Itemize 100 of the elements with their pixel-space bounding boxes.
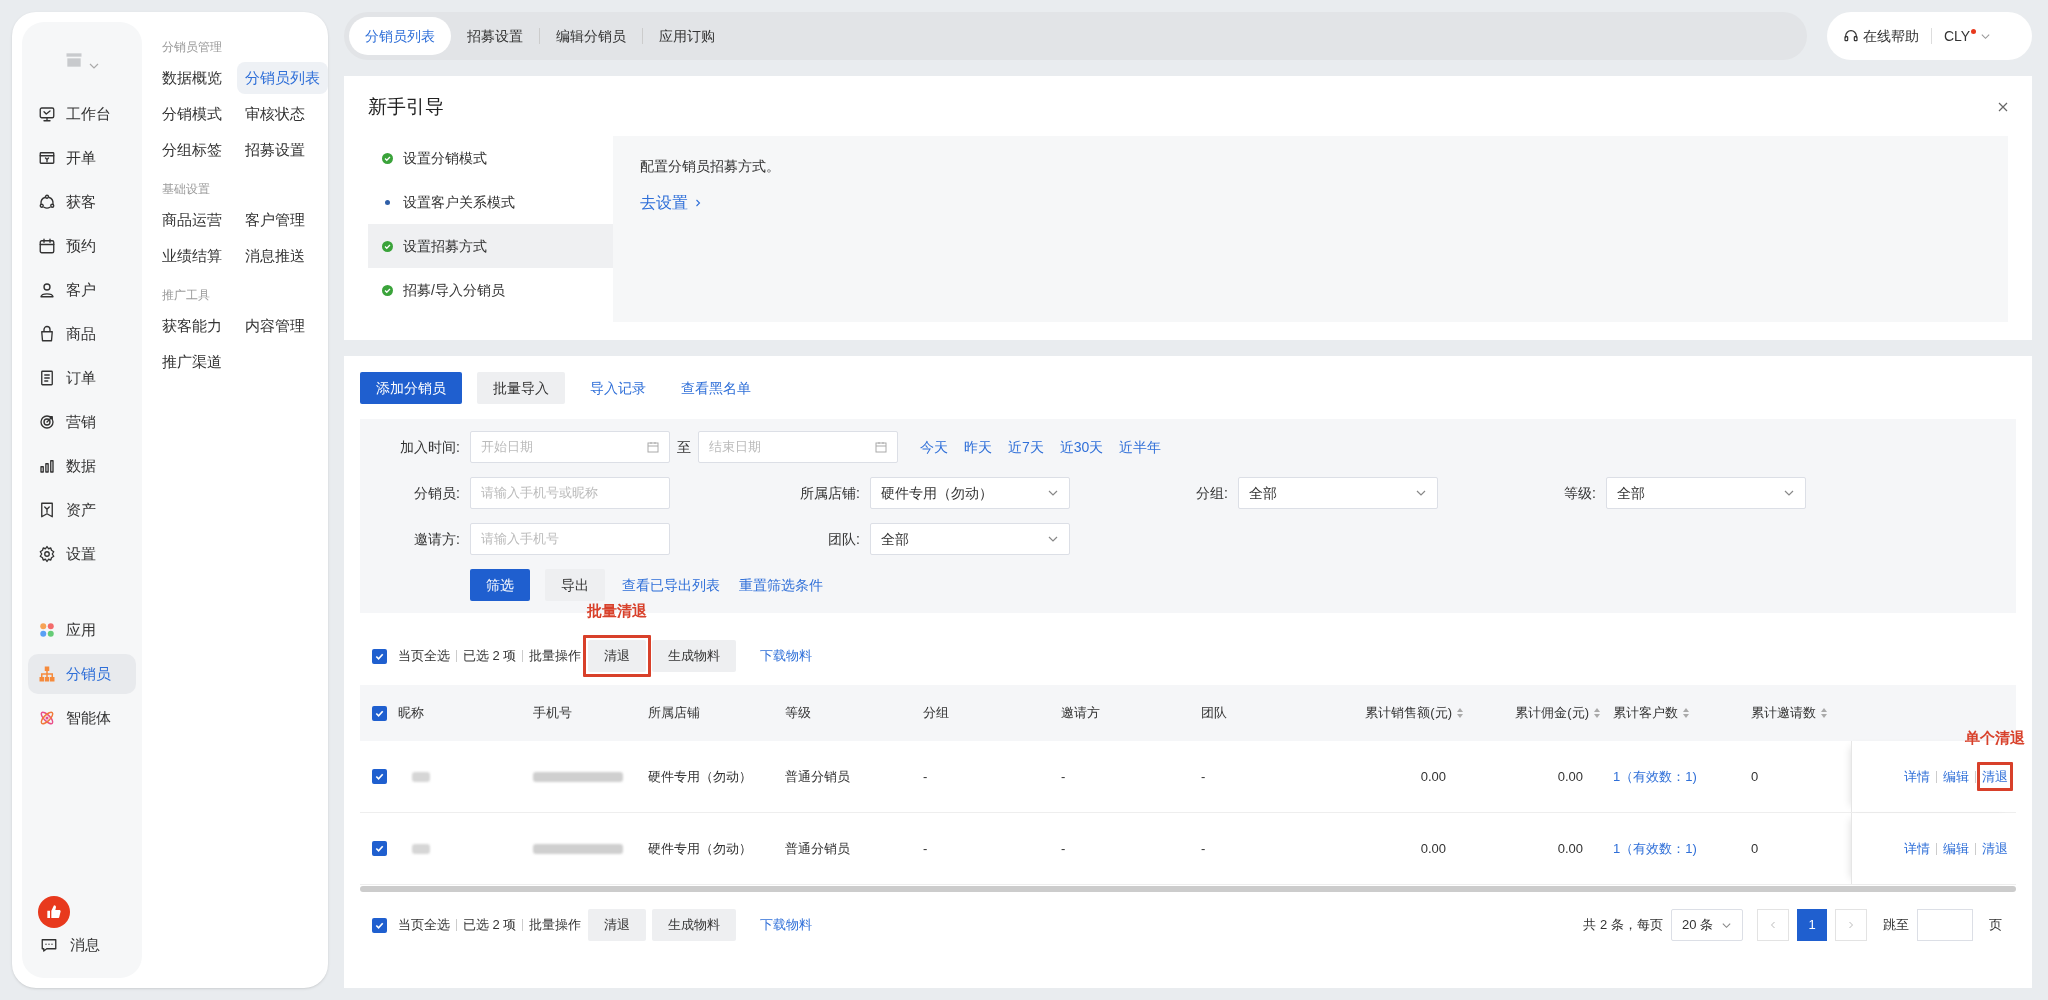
button[interactable]: 导出 [545, 569, 605, 601]
button[interactable]: 生成物料 [652, 909, 737, 941]
tab[interactable]: 招募设置 [451, 17, 539, 55]
link[interactable]: 导入记录 [580, 372, 656, 404]
select-field[interactable]: 硬件专用（勿动） [870, 477, 1070, 509]
message-item[interactable]: 消息 [28, 928, 136, 962]
button[interactable]: 添加分销员 [360, 372, 462, 404]
checkbox[interactable] [372, 705, 387, 721]
count-link[interactable]: 1（有效数：1) [1613, 766, 1751, 787]
table-cell-text: 0 [1751, 767, 1760, 786]
sort-icon[interactable] [1456, 707, 1464, 719]
close-icon[interactable] [1998, 102, 2008, 112]
table-cell-text: - [1061, 767, 1067, 786]
nav-item[interactable]: 工作台 [28, 94, 136, 134]
column-header: 累计佣金(元) [1515, 704, 1589, 723]
nav-item[interactable]: 资产 [28, 490, 136, 530]
submenu-item[interactable]: 分销模式 [154, 98, 230, 130]
link[interactable]: 查看黑名单 [671, 372, 761, 404]
quick-date-link[interactable]: 今天 [912, 436, 956, 458]
page-button[interactable]: 1 [1797, 909, 1827, 941]
check-circle-icon [382, 152, 393, 164]
page-size-select[interactable]: 20 条 [1670, 909, 1743, 941]
link[interactable]: 详情 [1904, 766, 1930, 787]
submenu-item[interactable]: 客户管理 [237, 204, 313, 236]
sort-icon[interactable] [1682, 707, 1690, 719]
nav-item[interactable]: 客户 [28, 270, 136, 310]
highlight-frame [1977, 761, 2013, 792]
nav-item[interactable]: 智能体 [28, 698, 136, 738]
nav-item[interactable]: 设置 [28, 534, 136, 574]
field-label: 分组: [1195, 483, 1229, 503]
checkbox[interactable] [372, 648, 387, 664]
annotation-label: 单个清退 [1965, 727, 2025, 748]
column-header: 累计客户数 [1613, 704, 1678, 723]
submenu-item[interactable]: 审核状态 [237, 98, 313, 130]
submenu-item[interactable]: 获客能力 [154, 310, 230, 342]
nav-item[interactable]: 商品 [28, 314, 136, 354]
submenu-item[interactable]: 数据概览 [154, 62, 230, 94]
quick-date-link[interactable]: 昨天 [956, 436, 1000, 458]
link[interactable]: 详情 [1904, 838, 1930, 859]
previous-page-button[interactable] [1757, 909, 1789, 941]
help-link[interactable]: 在线帮助 [1843, 25, 1919, 47]
select-field[interactable]: 全部 [1606, 477, 1806, 509]
link[interactable]: 清退 [1982, 766, 2008, 787]
button[interactable]: 批量导入 [477, 372, 565, 404]
submenu-item[interactable]: 分销员列表 [237, 62, 328, 94]
bookmark-icon [38, 501, 56, 519]
button[interactable]: 清退 [588, 909, 647, 941]
user-menu[interactable]: CLY [1944, 25, 1992, 47]
section-heading: 推广工具 [162, 287, 211, 304]
submenu-item[interactable]: 消息推送 [237, 240, 313, 272]
quick-date-link[interactable]: 近7天 [1000, 436, 1052, 458]
nav-item[interactable]: 开单 [28, 138, 136, 178]
link[interactable]: 编辑 [1943, 766, 1969, 787]
nav-item[interactable]: 获客 [28, 182, 136, 222]
submenu-item[interactable]: 商品运营 [154, 204, 230, 236]
submenu-item[interactable]: 内容管理 [237, 310, 313, 342]
tab[interactable]: 应用订购 [643, 17, 731, 55]
select-field[interactable]: 全部 [870, 523, 1070, 555]
page-input[interactable] [1917, 909, 1973, 941]
link[interactable]: 下载物料 [760, 646, 813, 666]
submenu-item[interactable]: 招募设置 [237, 134, 313, 166]
table-cell-text: 0 [1751, 839, 1760, 858]
link[interactable]: 编辑 [1943, 838, 1969, 859]
link[interactable]: 下载物料 [760, 915, 813, 935]
column-header: 等级 [785, 704, 811, 723]
nav-item[interactable]: 订单 [28, 358, 136, 398]
horizontal-scrollbar[interactable] [360, 886, 2016, 892]
select-field[interactable]: 全部 [1238, 477, 1438, 509]
guide-title: 新手引导 [368, 94, 444, 119]
button[interactable]: 清退 [588, 640, 647, 672]
button[interactable]: 筛选 [470, 569, 530, 601]
button[interactable]: 生成物料 [652, 640, 737, 672]
quick-date-link[interactable]: 近30天 [1051, 436, 1112, 458]
sort-icon[interactable] [1820, 707, 1828, 719]
calendar-icon [647, 441, 659, 453]
checkbox[interactable] [372, 769, 387, 784]
setup-link[interactable]: 去设置 [640, 191, 702, 215]
nav-item[interactable]: 数据 [28, 446, 136, 486]
nav-item[interactable]: 分销员 [28, 654, 136, 694]
bar-chart-icon [38, 457, 56, 475]
submenu-item[interactable]: 分组标签 [154, 134, 230, 166]
link[interactable]: 清退 [1982, 838, 2008, 859]
nav-item[interactable]: 应用 [28, 610, 136, 650]
submenu-item[interactable]: 推广渠道 [154, 346, 230, 378]
submenu-item[interactable]: 业绩结算 [154, 240, 230, 272]
table-cell-text: 0.00 [1419, 767, 1447, 786]
next-page-button[interactable] [1835, 909, 1867, 941]
quick-date-link[interactable]: 近半年 [1111, 436, 1170, 458]
nav-item[interactable]: 预约 [28, 226, 136, 266]
nav-item[interactable]: 营销 [28, 402, 136, 442]
link[interactable]: 查看已导出列表 [620, 569, 722, 601]
guide-step[interactable]: 设置招募方式 [368, 224, 613, 268]
checkbox[interactable] [372, 917, 387, 933]
count-link[interactable]: 1（有效数：1) [1613, 838, 1751, 859]
tab[interactable]: 分销员列表 [349, 17, 451, 55]
thumbs-up-icon[interactable] [38, 896, 70, 928]
tab[interactable]: 编辑分销员 [540, 17, 642, 55]
checkbox[interactable] [372, 841, 387, 856]
sort-icon[interactable] [1593, 707, 1601, 719]
link[interactable]: 重置筛选条件 [737, 569, 825, 601]
